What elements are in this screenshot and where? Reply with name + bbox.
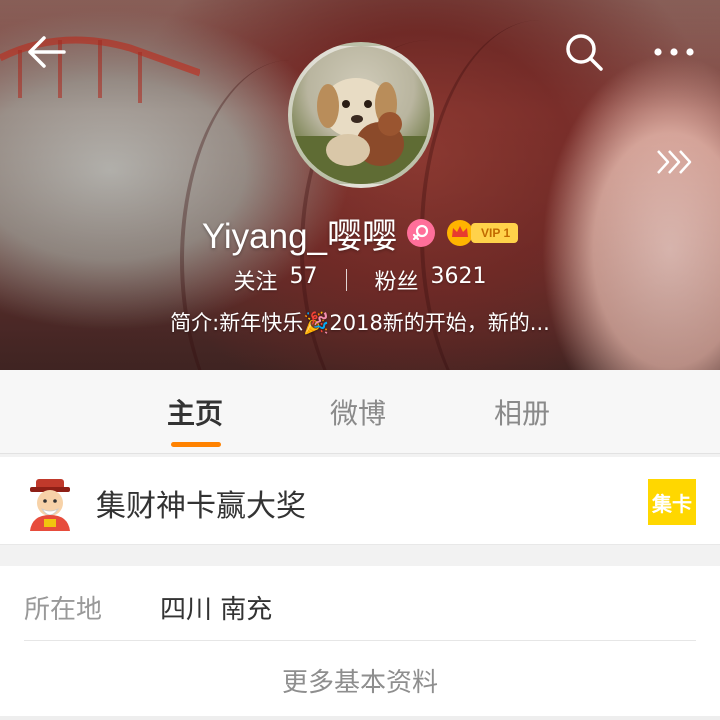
promo-text: 集财神卡赢大奖 xyxy=(96,489,306,524)
more-dots-icon xyxy=(654,48,694,56)
profile-bio[interactable]: 简介:新年快乐🎉2018新的开始，新的... xyxy=(0,307,720,337)
back-arrow-icon xyxy=(28,36,66,68)
female-icon xyxy=(407,219,436,247)
vip-badge[interactable]: VIP 1 xyxy=(445,219,519,247)
followers-count: 3621 xyxy=(430,264,487,289)
more-button[interactable] xyxy=(650,28,698,76)
avatar[interactable] xyxy=(288,42,434,188)
following-label: 关注 xyxy=(233,270,278,295)
more-basic-info-link[interactable]: 更多基本资料 xyxy=(0,662,720,699)
tab-weibo[interactable]: 微博 xyxy=(330,392,386,432)
search-button[interactable] xyxy=(560,28,608,76)
stats-divider xyxy=(345,269,347,291)
profile-tabbar: 主页 微博 相册 xyxy=(0,370,720,454)
info-divider xyxy=(24,640,696,641)
swipe-chevrons-icon xyxy=(657,150,692,174)
god-of-wealth-icon xyxy=(30,479,70,531)
collect-card-badge[interactable]: 集卡 xyxy=(648,479,696,525)
followers-stat[interactable]: 粉丝 3621 xyxy=(375,264,487,296)
puppy-avatar-image xyxy=(292,78,430,184)
back-button[interactable] xyxy=(22,28,70,76)
profile-name-row: Yiyang_嘤嘤 VIP 1 xyxy=(0,205,720,261)
username: Yiyang_嘤嘤 xyxy=(201,216,398,256)
following-stat[interactable]: 关注 57 xyxy=(233,264,317,296)
cover-swipe-button[interactable] xyxy=(652,142,696,182)
location-value: 四川 南充 xyxy=(160,595,273,625)
tab-home[interactable]: 主页 xyxy=(167,392,223,432)
search-icon xyxy=(566,34,603,71)
vip-level: VIP 1 xyxy=(471,223,519,243)
following-count: 57 xyxy=(289,264,318,289)
bottom-divider xyxy=(0,716,720,720)
bio-text: 简介:新年快乐🎉2018新的开始，新的... xyxy=(170,311,550,335)
location-label: 所在地 xyxy=(24,595,103,625)
active-tab-indicator xyxy=(171,442,221,447)
followers-label: 粉丝 xyxy=(374,270,419,295)
profile-stats: 关注 57 粉丝 3621 xyxy=(0,262,720,298)
tab-album[interactable]: 相册 xyxy=(494,392,550,432)
